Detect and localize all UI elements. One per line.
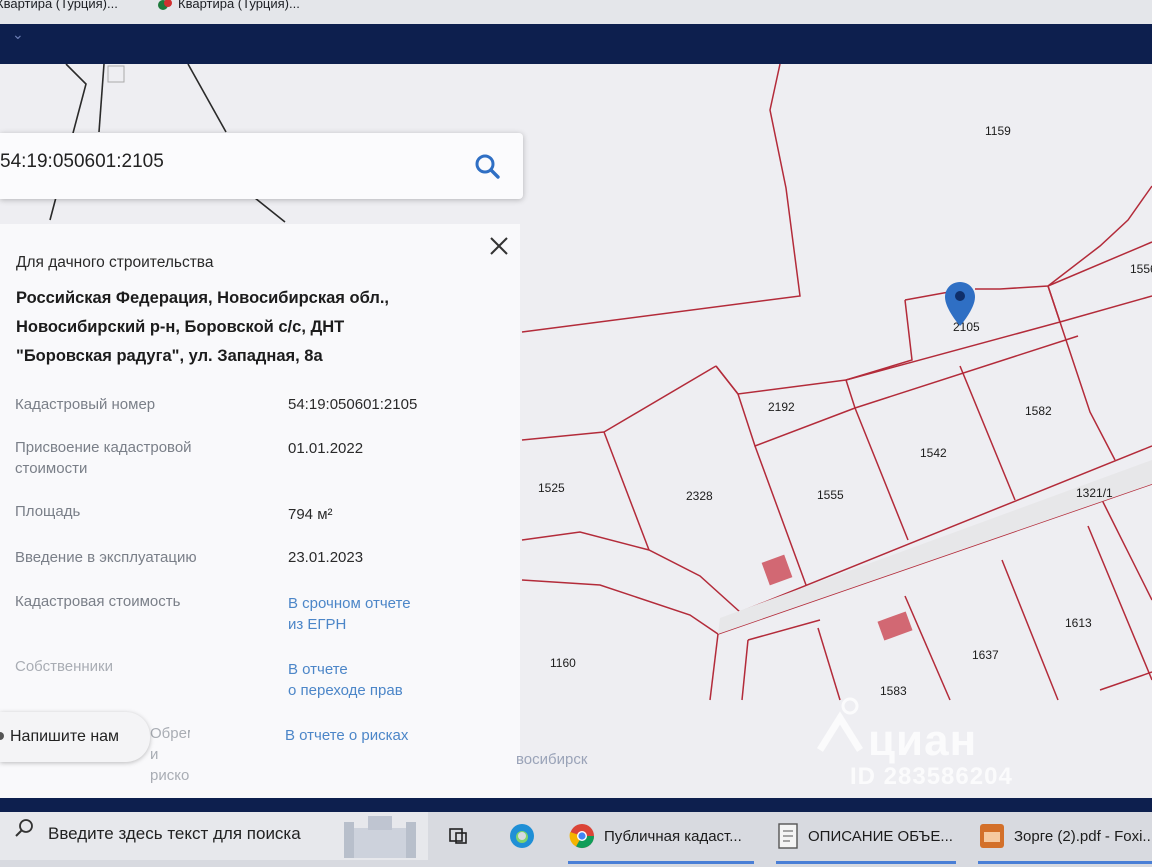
taskbar-app-chrome[interactable]: Публичная кадаст... bbox=[568, 812, 742, 860]
parcel-label[interactable]: 1542 bbox=[920, 446, 947, 460]
document-icon bbox=[778, 823, 798, 849]
close-icon[interactable] bbox=[488, 235, 510, 257]
valuation-date-label: Присвоение кадастровой стоимости bbox=[15, 439, 192, 477]
building bbox=[877, 611, 913, 641]
tab-label: Квартира (Турция)... bbox=[0, 0, 118, 11]
taskbar-app-label: ОПИСАНИЕ ОБЪЕ... bbox=[808, 827, 953, 845]
cadastral-value-label: Кадастровая стоимость bbox=[15, 593, 181, 610]
pdf-reader-icon bbox=[980, 824, 1004, 848]
active-app-indicator bbox=[568, 861, 754, 864]
broken-image-icon bbox=[107, 65, 125, 83]
search-input[interactable]: 54:19:050601:2105 bbox=[0, 151, 164, 173]
search-icon[interactable] bbox=[473, 152, 501, 180]
active-app-indicator bbox=[776, 861, 956, 864]
taskbar-app-label: Публичная кадаст... bbox=[604, 827, 742, 845]
watermark-brand: циан bbox=[868, 716, 978, 765]
browser-tab[interactable]: Квартира (Турция)... bbox=[0, 0, 118, 11]
building bbox=[761, 554, 793, 586]
cian-logo-icon bbox=[817, 697, 863, 752]
parcel-label[interactable]: 1321/1 bbox=[1076, 486, 1113, 500]
taskbar-app-document[interactable]: ОПИСАНИЕ ОБЪЕ... bbox=[776, 812, 953, 860]
active-app-indicator bbox=[978, 861, 1152, 864]
parcel-label[interactable]: 1583 bbox=[880, 684, 907, 698]
chrome-icon bbox=[569, 824, 594, 849]
watermark-id: ID 283586204 bbox=[850, 763, 1013, 790]
parcel-label[interactable]: 1613 bbox=[1065, 616, 1092, 630]
taskbar-search-placeholder: Введите здесь текст для поиска bbox=[48, 824, 301, 843]
site-favicon-icon bbox=[158, 0, 172, 10]
taskbar-search[interactable]: Введите здесь текст для поиска bbox=[0, 812, 428, 860]
site-header: ⌄ bbox=[0, 24, 1152, 64]
parcel-label[interactable]: 2192 bbox=[768, 400, 795, 414]
parcel-label[interactable]: 2328 bbox=[686, 489, 713, 503]
parcel-label[interactable]: 1556 bbox=[1130, 262, 1152, 276]
browser-tab-bar: Квартира (Турция)... Квартира (Турция)..… bbox=[0, 0, 1152, 24]
commissioning-label: Введение в эксплуатацию bbox=[15, 549, 197, 566]
parcel-purpose: Для дачного строительства bbox=[16, 254, 214, 271]
city-label: восибирск bbox=[516, 751, 588, 768]
page-bottom-band bbox=[0, 798, 1152, 812]
valuation-date-value: 01.01.2022 bbox=[288, 440, 364, 457]
chat-button-label: Напишите нам bbox=[10, 728, 120, 745]
encumbrances-label: Обременения и рисков bbox=[150, 725, 190, 784]
taskbar-app-pdf[interactable]: Зорге (2).pdf - Foxi... bbox=[978, 812, 1152, 860]
parcel-label[interactable]: 1637 bbox=[972, 648, 999, 662]
parcel-label[interactable]: 1159 bbox=[985, 124, 1011, 138]
chevron-down-icon[interactable]: ⌄ bbox=[12, 26, 24, 43]
commissioning-value: 23.01.2023 bbox=[288, 549, 364, 566]
tab-label: Квартира (Турция)... bbox=[178, 0, 300, 11]
risks-link[interactable]: В отчете о рисках bbox=[285, 725, 408, 746]
cadastral-value-link[interactable]: В срочном отчете из ЕГРН bbox=[288, 593, 411, 635]
browser-tab[interactable]: Квартира (Турция)... bbox=[158, 0, 300, 11]
search-icon bbox=[15, 819, 33, 837]
chat-button[interactable]: Напишите нам bbox=[0, 712, 150, 762]
owners-link[interactable]: В отчете о переходе прав bbox=[288, 659, 403, 701]
owners-label: Собственники bbox=[15, 658, 113, 675]
cadastral-search-box: 54:19:050601:2105 bbox=[0, 133, 523, 199]
parcel-label[interactable]: 1160 bbox=[550, 656, 576, 670]
cadastral-number-value: 54:19:050601:2105 bbox=[288, 396, 418, 413]
taskbar: Введите здесь текст для поиска Публичная… bbox=[0, 812, 1152, 867]
location-pin-icon[interactable] bbox=[944, 281, 976, 327]
parcel-label[interactable]: 1555 bbox=[817, 488, 844, 502]
edge-browser-icon[interactable] bbox=[508, 822, 536, 850]
parcel-label[interactable]: 1525 bbox=[538, 481, 565, 495]
parcel-label[interactable]: 1582 bbox=[1025, 404, 1052, 418]
parcel-address: Российская Федерация, Новосибирская обл.… bbox=[16, 289, 390, 365]
chat-icon bbox=[0, 732, 4, 740]
taskbar-app-label: Зорге (2).pdf - Foxi... bbox=[1014, 827, 1152, 845]
cadastral-number-label: Кадастровый номер bbox=[15, 396, 156, 413]
area-value: 794 м² bbox=[288, 506, 333, 523]
castle-illustration-icon bbox=[344, 816, 416, 858]
task-view-icon[interactable] bbox=[447, 825, 469, 847]
area-label: Площадь bbox=[15, 503, 81, 520]
